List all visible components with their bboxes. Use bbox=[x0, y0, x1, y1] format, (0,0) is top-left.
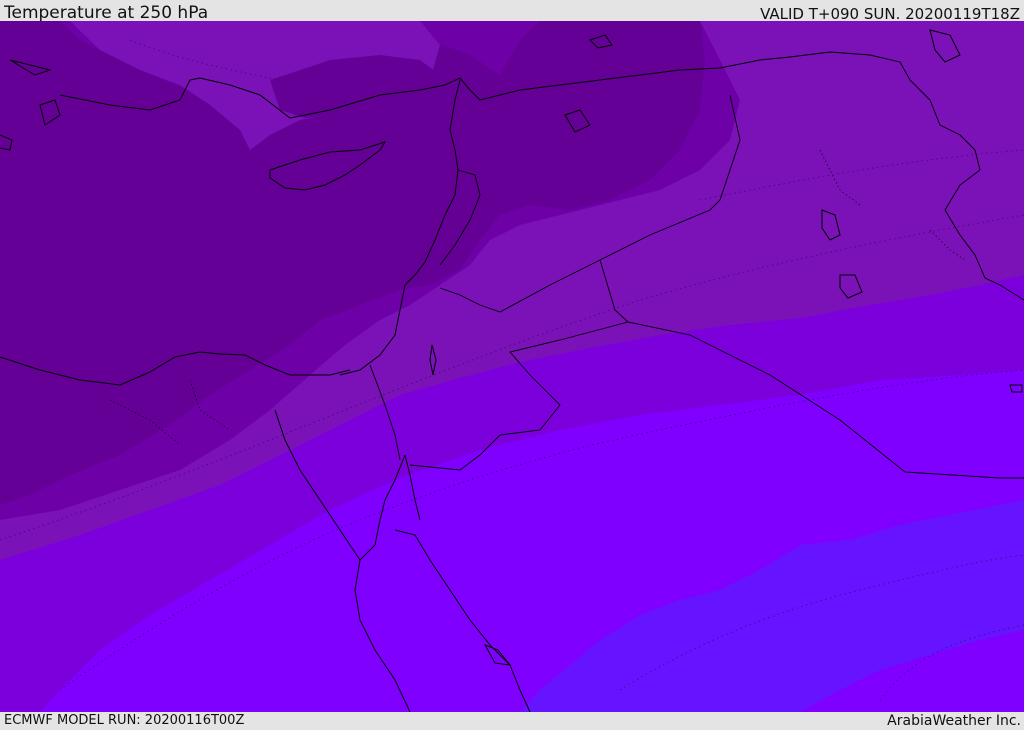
map-canvas bbox=[0, 21, 1024, 712]
header-bar: Temperature at 250 hPa VALID T+090 SUN. … bbox=[0, 0, 1024, 23]
model-run-label: ECMWF MODEL RUN: 20200116T00Z bbox=[4, 713, 245, 728]
credit-label: ArabiaWeather Inc. bbox=[887, 713, 1021, 729]
footer-bar: ECMWF MODEL RUN: 20200116T00Z ArabiaWeat… bbox=[0, 712, 1024, 729]
map-title: Temperature at 250 hPa bbox=[4, 3, 209, 23]
temperature-map[interactable] bbox=[0, 21, 1024, 712]
